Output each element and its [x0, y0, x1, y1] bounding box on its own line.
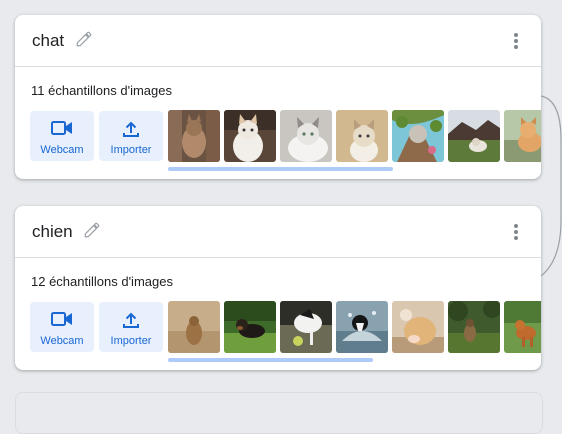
cat-sample-thumbnail[interactable]	[224, 110, 276, 162]
more-vert-icon[interactable]	[513, 33, 519, 49]
cat-sample-thumbnail[interactable]	[336, 110, 388, 162]
upload-button[interactable]: Importer	[99, 111, 163, 161]
cat-sample-thumbnail[interactable]	[448, 110, 500, 162]
class-card-chien: chien 12 échantillons d'images Webcam Im…	[15, 206, 541, 370]
cat-sample-thumbnail[interactable]	[392, 110, 444, 162]
connector-line	[541, 95, 562, 277]
samples-count: 12 échantillons d'images	[31, 274, 173, 289]
sample-thumbnails	[168, 301, 541, 353]
dog-sample-thumbnail[interactable]	[336, 301, 388, 353]
dog-sample-thumbnail[interactable]	[280, 301, 332, 353]
class-header: chien	[15, 206, 541, 258]
webcam-label: Webcam	[40, 144, 84, 156]
upload-label: Importer	[110, 144, 152, 156]
upload-icon	[123, 312, 139, 328]
dog-sample-thumbnail[interactable]	[504, 301, 541, 353]
samples-count: 11 échantillons d'images	[31, 83, 172, 98]
webcam-button[interactable]: Webcam	[30, 111, 94, 161]
dog-sample-thumbnail[interactable]	[392, 301, 444, 353]
thumbnail-scrollbar[interactable]	[168, 167, 393, 171]
cat-sample-thumbnail[interactable]	[168, 110, 220, 162]
class-name[interactable]: chat	[32, 31, 64, 51]
pencil-icon[interactable]	[75, 30, 93, 48]
sample-thumbnails	[168, 110, 541, 162]
pencil-icon[interactable]	[83, 221, 101, 239]
more-vert-icon[interactable]	[513, 224, 519, 240]
class-name[interactable]: chien	[32, 222, 73, 242]
videocam-icon	[51, 121, 72, 135]
class-samples: 11 échantillons d'images Webcam Importer	[15, 67, 541, 179]
dog-sample-thumbnail[interactable]	[168, 301, 220, 353]
videocam-icon	[51, 312, 72, 326]
class-header: chat	[15, 15, 541, 67]
dog-sample-thumbnail[interactable]	[224, 301, 276, 353]
webcam-label: Webcam	[40, 335, 84, 347]
upload-button[interactable]: Importer	[99, 302, 163, 352]
add-class-card[interactable]	[15, 392, 543, 434]
dog-sample-thumbnail[interactable]	[448, 301, 500, 353]
upload-label: Importer	[110, 335, 152, 347]
class-samples: 12 échantillons d'images Webcam Importer	[15, 258, 541, 370]
thumbnail-scrollbar[interactable]	[168, 358, 373, 362]
cat-sample-thumbnail[interactable]	[504, 110, 541, 162]
upload-icon	[123, 121, 139, 137]
class-card-chat: chat 11 échantillons d'images Webcam Imp…	[15, 15, 541, 179]
cat-sample-thumbnail[interactable]	[280, 110, 332, 162]
webcam-button[interactable]: Webcam	[30, 302, 94, 352]
